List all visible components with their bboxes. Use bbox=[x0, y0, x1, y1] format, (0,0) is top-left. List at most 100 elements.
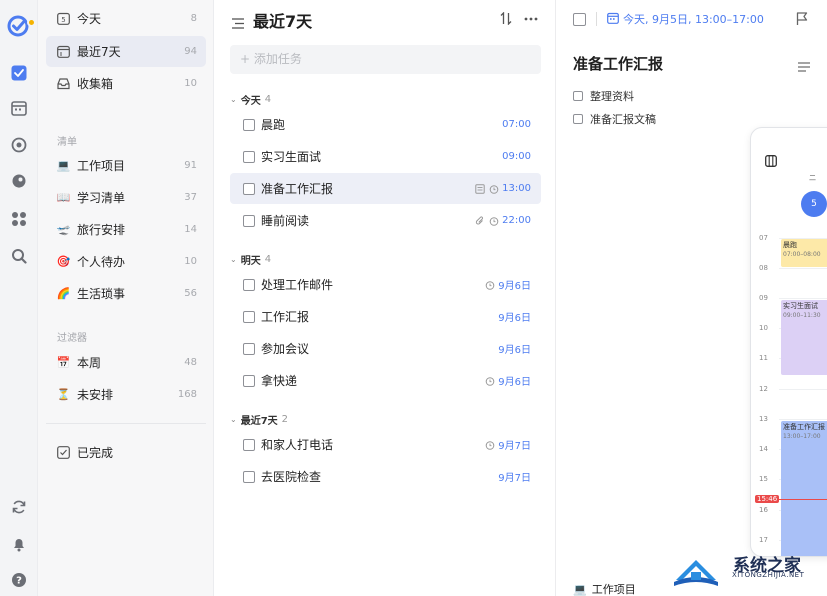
sidebar-list-work-projects[interactable]: 💻 工作项目 91 bbox=[46, 150, 206, 181]
calendar-event[interactable]: 晨跑 07:00–08:00 bbox=[781, 239, 827, 267]
task-time: 13:00 bbox=[502, 183, 531, 194]
calendar-event[interactable]: 实习生面试 09:00–11:30 bbox=[781, 300, 827, 375]
sidebar-item-count: 168 bbox=[177, 389, 197, 400]
detail-task-title[interactable]: 准备工作汇报 bbox=[573, 53, 663, 74]
sidebar-item-count: 48 bbox=[184, 357, 197, 368]
task-row[interactable]: 去医院检查 9月7日 bbox=[230, 461, 541, 492]
hour-label: 16 bbox=[759, 506, 768, 514]
task-list-selector[interactable]: 💻 工作项目 bbox=[573, 581, 636, 596]
task-checkbox[interactable] bbox=[243, 150, 255, 163]
notification-dot-icon bbox=[27, 18, 36, 27]
sidebar-item-count: 10 bbox=[184, 78, 197, 89]
notification-bell-icon[interactable] bbox=[7, 532, 31, 556]
task-row[interactable]: 睡前阅读 22:00 bbox=[230, 205, 541, 236]
sidebar-item-label: 工作项目 bbox=[77, 159, 126, 173]
sidebar-item-today[interactable]: 5 今天 8 bbox=[46, 3, 206, 34]
task-row[interactable]: 拿快递 9月6日 bbox=[230, 365, 541, 396]
detail-complete-checkbox[interactable] bbox=[573, 13, 586, 26]
sidebar-filter-this-week[interactable]: 📅 本周 48 bbox=[46, 347, 206, 378]
sidebar-item-label: 今天 bbox=[77, 12, 102, 26]
subtask-item[interactable]: 整理资料 bbox=[573, 88, 634, 104]
app-logo-icon[interactable] bbox=[6, 12, 36, 38]
task-date: 9月6日 bbox=[498, 345, 531, 356]
task-title: 参加会议 bbox=[261, 342, 310, 356]
subtask-checkbox[interactable] bbox=[573, 114, 583, 124]
task-checkbox[interactable] bbox=[243, 214, 255, 227]
subtask-checkbox[interactable] bbox=[573, 91, 583, 101]
sidebar-list-life-chores[interactable]: 🌈 生活琐事 56 bbox=[46, 278, 206, 309]
current-day-badge[interactable]: 5 bbox=[801, 191, 827, 217]
header-divider bbox=[596, 12, 597, 26]
group-header-today[interactable]: ⌄ 今天 4 bbox=[230, 92, 271, 107]
task-title: 去医院检查 bbox=[261, 470, 322, 484]
sidebar-filter-unscheduled[interactable]: ⏳ 未安排 168 bbox=[46, 379, 206, 410]
calendar-grid-icon[interactable] bbox=[765, 152, 777, 171]
sort-icon[interactable] bbox=[500, 11, 512, 29]
group-count: 4 bbox=[264, 94, 272, 105]
task-row[interactable]: 工作汇报 9月6日 bbox=[230, 301, 541, 332]
task-title: 晨跑 bbox=[261, 118, 286, 132]
checked-box-icon bbox=[56, 445, 71, 460]
help-icon[interactable]: ? bbox=[7, 568, 31, 592]
subtask-title: 整理资料 bbox=[590, 90, 634, 103]
sidebar-item-completed[interactable]: 已完成 bbox=[46, 437, 206, 468]
search-nav-icon[interactable] bbox=[7, 244, 31, 268]
task-row-selected[interactable]: 准备工作汇报 13:00 bbox=[230, 173, 541, 204]
sidebar-list-personal[interactable]: 🎯 个人待办 10 bbox=[46, 246, 206, 277]
calendar-event-selected[interactable]: 准备工作汇报 13:00–17:00 bbox=[781, 421, 827, 556]
calendar-nav-icon[interactable] bbox=[7, 96, 31, 120]
menu-toggle-icon[interactable] bbox=[232, 14, 244, 33]
group-header-tomorrow[interactable]: ⌄ 明天 4 bbox=[230, 252, 271, 267]
alarm-clock-icon bbox=[484, 439, 495, 450]
sidebar-list-travel[interactable]: 🛫 旅行安排 14 bbox=[46, 214, 206, 245]
hour-line bbox=[779, 389, 827, 390]
sidebar-item-next-7-days[interactable]: 最近7天 94 bbox=[46, 36, 206, 67]
more-options-icon[interactable] bbox=[524, 10, 538, 25]
task-checkbox[interactable] bbox=[243, 278, 255, 291]
task-checkbox[interactable] bbox=[243, 310, 255, 323]
description-lines-icon[interactable] bbox=[798, 57, 810, 76]
watermark-logo-icon bbox=[672, 552, 718, 590]
sidebar-item-inbox[interactable]: 收集箱 10 bbox=[46, 68, 206, 99]
group-count: 2 bbox=[281, 414, 289, 425]
task-date: 9月6日 bbox=[498, 281, 531, 292]
priority-flag-icon[interactable] bbox=[796, 11, 808, 30]
task-checkbox[interactable] bbox=[243, 182, 255, 195]
svg-text:?: ? bbox=[16, 576, 22, 587]
sidebar-item-label: 本周 bbox=[77, 356, 102, 370]
sync-icon[interactable] bbox=[7, 495, 31, 519]
hour-line bbox=[779, 419, 827, 420]
habit-nav-icon[interactable] bbox=[7, 170, 31, 194]
task-title: 工作汇报 bbox=[261, 310, 310, 324]
task-row[interactable]: 晨跑 07:00 bbox=[230, 109, 541, 140]
task-checkbox[interactable] bbox=[243, 118, 255, 131]
current-time-label: 15:46 bbox=[755, 495, 780, 503]
apps-grid-nav-icon[interactable] bbox=[7, 207, 31, 231]
task-checkbox[interactable] bbox=[243, 438, 255, 451]
calendar-5-icon: 5 bbox=[56, 11, 71, 26]
event-time: 07:00–08:00 bbox=[783, 251, 821, 258]
task-row[interactable]: 处理工作邮件 9月6日 bbox=[230, 269, 541, 300]
group-count: 4 bbox=[264, 254, 272, 265]
pomodoro-nav-icon[interactable] bbox=[7, 133, 31, 157]
task-checkbox[interactable] bbox=[243, 342, 255, 355]
sidebar-item-label: 学习清单 bbox=[77, 191, 126, 205]
sidebar: 5 今天 8 最近7天 94 收集箱 10 清单 💻 工作项目 91 📖 学习清… bbox=[38, 0, 214, 596]
date-picker-button[interactable]: 今天, 9月5日, 13:00–17:00 bbox=[607, 11, 764, 27]
group-header-next-7-days[interactable]: ⌄ 最近7天 2 bbox=[230, 412, 288, 427]
sidebar-item-label: 收集箱 bbox=[77, 77, 114, 91]
task-date-range: 今天, 9月5日, 13:00–17:00 bbox=[623, 13, 764, 26]
task-date: 9月6日 bbox=[498, 377, 531, 388]
sidebar-list-study[interactable]: 📖 学习清单 37 bbox=[46, 182, 206, 213]
task-time: 22:00 bbox=[502, 215, 531, 226]
add-task-input[interactable]: + 添加任务 bbox=[230, 45, 541, 74]
task-row[interactable]: 和家人打电话 9月7日 bbox=[230, 429, 541, 460]
task-row[interactable]: 参加会议 9月6日 bbox=[230, 333, 541, 364]
task-row[interactable]: 实习生面试 09:00 bbox=[230, 141, 541, 172]
subtask-item[interactable]: 准备汇报文稿 bbox=[573, 111, 656, 127]
hour-label: 10 bbox=[759, 324, 768, 332]
hour-label: 12 bbox=[759, 385, 768, 393]
task-checkbox[interactable] bbox=[243, 470, 255, 483]
task-checkbox-nav-icon[interactable] bbox=[7, 61, 31, 85]
task-checkbox[interactable] bbox=[243, 374, 255, 387]
